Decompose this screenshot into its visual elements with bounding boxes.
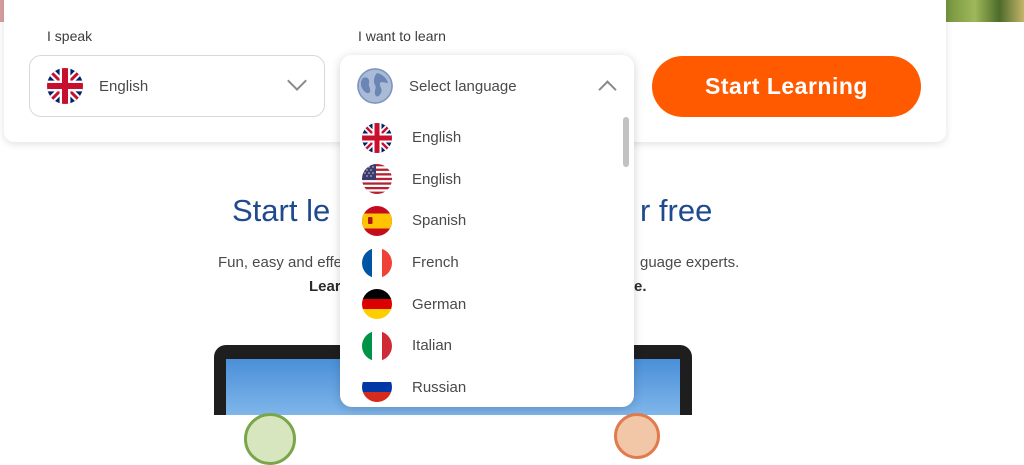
illustration-circle-left <box>244 413 296 465</box>
top-right-photo <box>942 0 1024 22</box>
language-options-list: English English Spanish French German It… <box>340 117 634 407</box>
speak-language-select[interactable]: English <box>29 55 325 117</box>
language-option-spanish[interactable]: Spanish <box>340 200 634 242</box>
spain-flag-icon <box>362 205 392 236</box>
language-option-label: Italian <box>412 337 453 355</box>
language-option-label: English <box>412 129 462 147</box>
language-option-german[interactable]: German <box>340 283 634 325</box>
language-option-label: Russian <box>412 378 467 396</box>
language-option-label: English <box>412 170 462 188</box>
language-option-english-us[interactable]: English <box>340 159 634 201</box>
hero-subtitle-right: guage experts. <box>640 254 740 271</box>
hero-bold-left: Lear <box>309 278 341 295</box>
i-want-to-learn-label: I want to learn <box>358 28 446 44</box>
learn-language-select[interactable]: Select language <box>340 55 634 117</box>
uk-flag-icon <box>362 122 392 153</box>
hero-bold-right: e. <box>634 278 647 295</box>
italy-flag-icon <box>362 330 392 361</box>
learn-language-placeholder: Select language <box>409 77 517 95</box>
germany-flag-icon <box>362 289 392 320</box>
dropdown-scrollbar[interactable] <box>623 117 629 167</box>
hero-title-left: Start le <box>232 193 331 228</box>
us-flag-icon <box>362 164 392 195</box>
chevron-down-icon <box>287 71 307 91</box>
globe-icon <box>357 68 393 104</box>
chevron-up-icon <box>598 80 617 99</box>
language-option-label: German <box>412 295 467 313</box>
language-option-french[interactable]: French <box>340 242 634 284</box>
illustration-circle-right <box>614 413 660 459</box>
hero-title-right: r free <box>640 193 713 228</box>
learn-language-dropdown[interactable]: Select language English English Spanish … <box>340 55 634 407</box>
start-learning-button[interactable]: Start Learning <box>652 56 921 117</box>
uk-flag-icon <box>47 68 83 104</box>
language-option-label: Spanish <box>412 212 467 230</box>
language-option-russian[interactable]: Russian <box>340 367 634 407</box>
speak-language-value: English <box>99 77 149 95</box>
france-flag-icon <box>362 247 392 278</box>
language-option-italian[interactable]: Italian <box>340 325 634 367</box>
hero-subtitle-left: Fun, easy and effe <box>218 254 342 271</box>
language-option-english-uk[interactable]: English <box>340 117 634 159</box>
language-option-label: French <box>412 254 459 272</box>
i-speak-label: I speak <box>47 28 93 44</box>
russia-flag-icon <box>362 372 392 403</box>
